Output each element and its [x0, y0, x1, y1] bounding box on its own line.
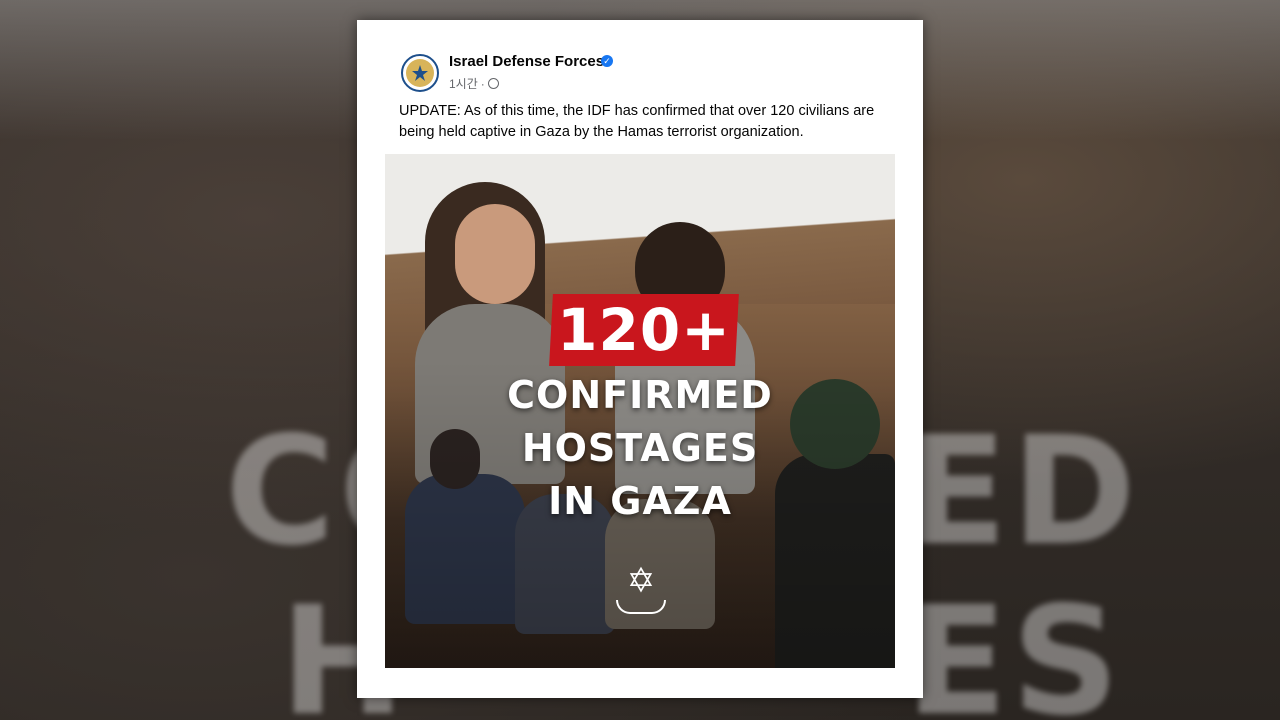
- idf-emblem-icon: [406, 59, 434, 87]
- page-name-link[interactable]: Israel Defense Forces: [449, 53, 604, 70]
- background-text-fragment: ES: [905, 575, 1124, 720]
- post-time[interactable]: 1시간: [449, 75, 478, 92]
- globe-icon[interactable]: [487, 78, 499, 89]
- verified-badge-icon: ✓: [601, 55, 613, 67]
- headline-line: HOSTAGES: [521, 426, 759, 470]
- headline-line: IN GAZA: [548, 479, 732, 523]
- background-text-fragment: ED: [905, 405, 1140, 579]
- meta-separator: ·: [480, 76, 485, 91]
- idf-watermark-icon: ✡: [613, 562, 669, 618]
- image-headline: CONFIRMED HOSTAGES IN GAZA: [385, 369, 895, 528]
- post-meta: 1시간 ·: [449, 75, 499, 92]
- star-icon: ✡: [626, 562, 656, 600]
- count-badge: 120+: [557, 296, 731, 364]
- post-text: UPDATE: As of this time, the IDF has con…: [399, 103, 875, 140]
- post-image[interactable]: 120+ CONFIRMED HOSTAGES IN GAZA ✡: [385, 154, 895, 668]
- headline-line: CONFIRMED: [507, 373, 773, 417]
- wreath-icon: [616, 600, 666, 614]
- page-avatar[interactable]: [401, 54, 439, 92]
- facebook-post-card: Israel Defense Forces ✓ 1시간 · UPDATE: As…: [357, 20, 923, 698]
